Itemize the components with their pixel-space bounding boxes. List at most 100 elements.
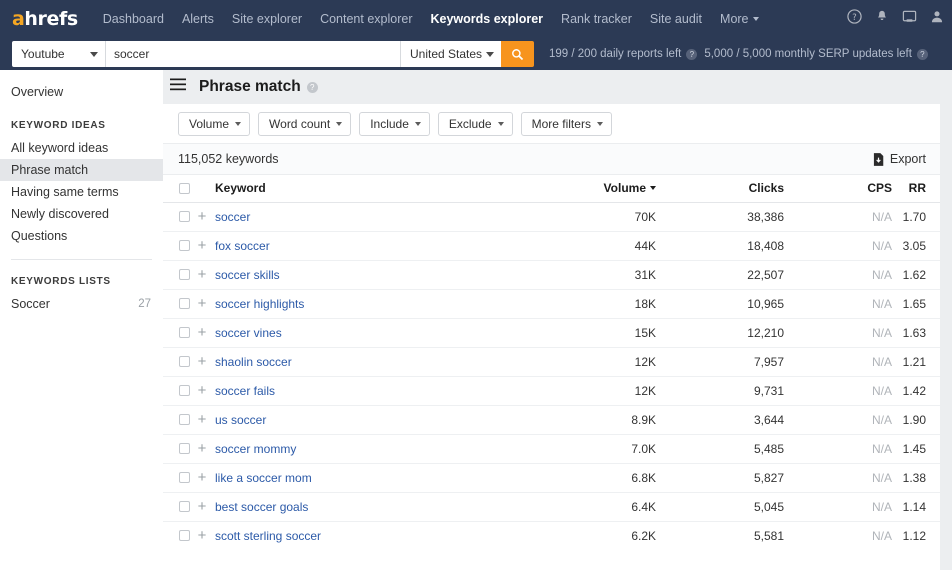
row-checkbox[interactable] [179,501,190,512]
select-all-checkbox[interactable] [179,183,190,194]
quota-info: 199 / 200 daily reports left?5,000 / 5,0… [549,48,928,60]
keyword-link[interactable]: shaolin soccer [211,355,292,369]
cps-cell: N/A [846,202,892,231]
account-icon[interactable] [930,9,944,29]
nav-link-keywords-explorer[interactable]: Keywords explorer [422,0,553,38]
keyword-link[interactable]: soccer [211,210,250,224]
keyword-link[interactable]: best soccer goals [211,500,308,514]
sidebar-item-overview[interactable]: Overview [0,80,163,104]
keyword-link[interactable]: us soccer [211,413,266,427]
row-select-cell [163,521,193,550]
sidebar-item-questions[interactable]: Questions [0,225,163,247]
info-icon[interactable]: ? [307,82,318,93]
country-select[interactable]: United States [400,41,501,67]
sidebar-item-phrase-match[interactable]: Phrase match [0,159,163,181]
keyword-link[interactable]: soccer mommy [211,442,296,456]
hamburger-icon[interactable] [170,78,186,96]
filter-button-word-count[interactable]: Word count [258,112,351,136]
row-checkbox[interactable] [179,327,190,338]
keywords-table: Keyword Volume Clicks CPS RR +soccer70K3… [163,175,940,550]
plus-icon[interactable]: + [193,325,211,340]
info-icon[interactable]: ? [686,49,697,60]
plus-icon[interactable]: + [193,441,211,456]
bell-icon[interactable] [875,9,889,29]
row-select-cell [163,347,193,376]
keyword-link[interactable]: scott sterling soccer [211,529,321,543]
sidebar-item-having-same-terms[interactable]: Having same terms [0,181,163,203]
sidebar-item-all-keyword-ideas[interactable]: All keyword ideas [0,137,163,159]
column-header-keyword[interactable]: Keyword [211,175,600,202]
sidebar-item-newly-discovered[interactable]: Newly discovered [0,203,163,225]
row-checkbox[interactable] [179,414,190,425]
plus-icon[interactable]: + [193,499,211,514]
nav-link-site-explorer[interactable]: Site explorer [223,0,311,38]
plus-icon[interactable]: + [193,383,211,398]
plus-icon[interactable]: + [193,528,211,543]
nav-icon-group: ? [847,0,944,38]
help-circle-icon[interactable]: ? [847,9,862,29]
keyword-link[interactable]: soccer fails [211,384,275,398]
ahrefs-logo[interactable]: ahrefs [12,8,78,30]
row-checkbox[interactable] [179,530,190,541]
volume-bar-cell [656,492,716,521]
sidebar-item-label: Overview [11,85,63,99]
plus-icon[interactable]: + [193,354,211,369]
row-checkbox[interactable] [179,269,190,280]
chat-icon[interactable] [902,9,917,29]
filter-button-exclude[interactable]: Exclude [438,112,513,136]
sidebar-list-soccer[interactable]: Soccer27 [0,293,163,315]
info-icon[interactable]: ? [917,49,928,60]
nav-link-site-audit[interactable]: Site audit [641,0,711,38]
nav-link-rank-tracker[interactable]: Rank tracker [552,0,641,38]
filter-button-volume[interactable]: Volume [178,112,250,136]
plus-icon[interactable]: + [193,470,211,485]
plus-icon[interactable]: + [193,412,211,427]
clicks-cell: 12,210 [716,318,784,347]
clicks-cell: 38,386 [716,202,784,231]
row-checkbox[interactable] [179,472,190,483]
rr-cell: 1.21 [892,347,940,376]
quota-item: 5,000 / 5,000 monthly SERP updates left? [704,48,928,60]
nav-link-content-explorer[interactable]: Content explorer [311,0,421,38]
nav-link-dashboard[interactable]: Dashboard [94,0,173,38]
row-checkbox[interactable] [179,443,190,454]
keyword-cell: scott sterling soccer [211,521,600,550]
keyword-link[interactable]: soccer skills [211,268,280,282]
row-checkbox[interactable] [179,298,190,309]
nav-link-alerts[interactable]: Alerts [173,0,223,38]
volume-bar-cell [656,463,716,492]
column-header-cps[interactable]: CPS [846,175,892,202]
row-checkbox[interactable] [179,356,190,367]
nav-link-more[interactable]: More [711,0,767,38]
filter-button-include[interactable]: Include [359,112,430,136]
table-row: +soccer highlights18K10,965N/A1.65 [163,289,940,318]
keyword-link[interactable]: soccer highlights [211,297,304,311]
clicks-bar-cell [784,347,846,376]
cps-cell: N/A [846,231,892,260]
keyword-link[interactable]: fox soccer [211,239,270,253]
search-input[interactable] [106,41,400,67]
column-header-clicks[interactable]: Clicks [716,175,784,202]
plus-icon[interactable]: + [193,209,211,224]
nav-link-label: Content explorer [320,12,412,26]
platform-select[interactable]: Youtube [12,41,106,67]
row-checkbox[interactable] [179,211,190,222]
sidebar-item-label: Phrase match [11,163,88,177]
column-header-rr[interactable]: RR [892,175,940,202]
keyword-link[interactable]: soccer vines [211,326,282,340]
keyword-link[interactable]: like a soccer mom [211,471,312,485]
export-button[interactable]: Export [873,152,926,166]
plus-icon[interactable]: + [193,296,211,311]
plus-icon[interactable]: + [193,238,211,253]
row-checkbox[interactable] [179,385,190,396]
search-button[interactable] [501,41,534,67]
column-header-volume[interactable]: Volume [600,175,656,202]
row-checkbox[interactable] [179,240,190,251]
volume-bar-cell [656,521,716,550]
row-add-cell: + [193,463,211,492]
clicks-bar-cell [784,463,846,492]
filter-button-more-filters[interactable]: More filters [521,112,612,136]
plus-icon[interactable]: + [193,267,211,282]
table-row: +soccer mommy7.0K5,485N/A1.45 [163,434,940,463]
rr-cell: 1.62 [892,260,940,289]
